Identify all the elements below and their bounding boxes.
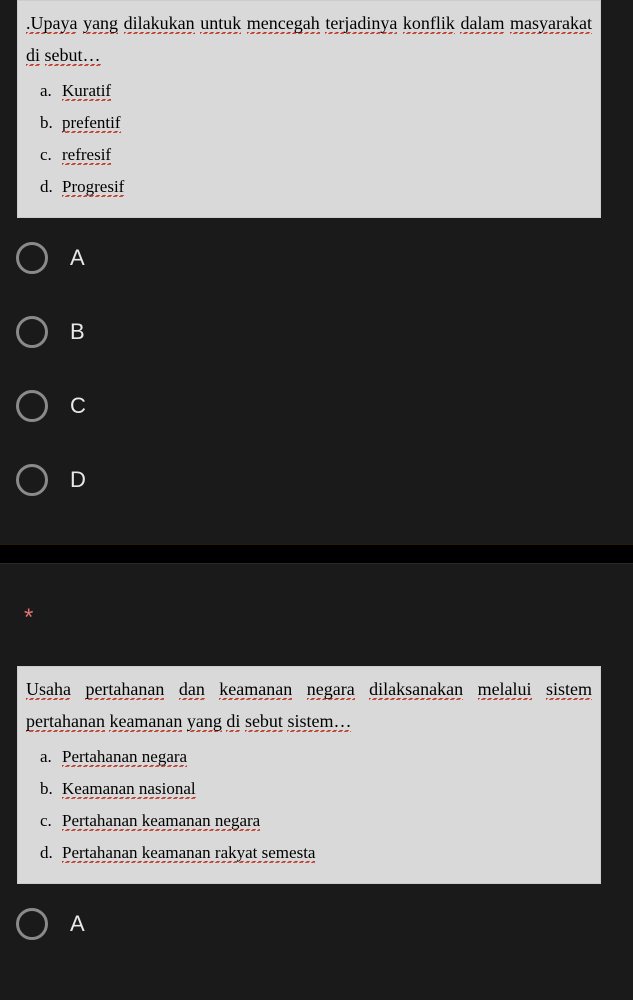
choice-text: Keamanan nasional xyxy=(62,779,196,799)
choice-letter: d. xyxy=(40,171,62,203)
choice-letter: c. xyxy=(40,139,62,171)
question-image: Usaha pertahanan dan keamanan negara dil… xyxy=(17,666,601,884)
choice-item: d.Progresif xyxy=(40,171,592,203)
stem-word: untuk xyxy=(200,13,241,34)
stem-word: mencegah xyxy=(247,13,320,34)
stem-word: dilakukan xyxy=(124,13,195,34)
stem-word: dan xyxy=(179,679,205,700)
stem-word: keamanan xyxy=(109,711,182,732)
choice-text: prefentif xyxy=(62,113,121,133)
choice-text: Pertahanan keamanan negara xyxy=(62,811,260,831)
stem-word: sebut… xyxy=(45,45,101,66)
stem-word: dalam xyxy=(460,13,504,34)
stem-word: pertahanan xyxy=(26,711,105,732)
choice-text: Kuratif xyxy=(62,81,111,101)
stem-word: yang xyxy=(83,13,118,34)
option-c[interactable]: C xyxy=(16,386,633,426)
stem-word: .Upaya xyxy=(26,13,77,34)
option-b[interactable]: B xyxy=(16,312,633,352)
stem-word: pertahanan xyxy=(85,679,164,700)
option-label: A xyxy=(70,245,85,271)
choice-item: a.Kuratif xyxy=(40,75,592,107)
option-label: C xyxy=(70,393,86,419)
radio-icon xyxy=(16,390,48,422)
option-a[interactable]: A xyxy=(16,904,633,944)
stem-word: keamanan xyxy=(219,679,292,700)
choice-item: d.Pertahanan keamanan rakyat semesta xyxy=(40,837,592,869)
stem-word: melalui xyxy=(478,679,532,700)
option-label: A xyxy=(70,911,85,937)
question-image: .Upaya yang dilakukan untuk mencegah ter… xyxy=(17,0,601,218)
choice-letter: c. xyxy=(40,805,62,837)
choice-item: c.refresif xyxy=(40,139,592,171)
question-stem: .Upaya yang dilakukan untuk mencegah ter… xyxy=(18,1,600,71)
choice-text: refresif xyxy=(62,145,111,165)
required-marker: * xyxy=(0,564,633,666)
choice-item: b.prefentif xyxy=(40,107,592,139)
option-d[interactable]: D xyxy=(16,460,633,500)
option-a[interactable]: A xyxy=(16,238,633,278)
radio-icon xyxy=(16,316,48,348)
radio-icon xyxy=(16,908,48,940)
stem-word: konflik xyxy=(403,13,455,34)
stem-word: di xyxy=(226,711,240,732)
choice-letter: a. xyxy=(40,741,62,773)
radio-icon xyxy=(16,242,48,274)
choice-list: a.Pertahanan negara b.Keamanan nasional … xyxy=(18,741,600,873)
choice-text: Pertahanan negara xyxy=(62,747,187,767)
choice-item: b.Keamanan nasional xyxy=(40,773,592,805)
choice-list: a.Kuratif b.prefentif c.refresif d.Progr… xyxy=(18,75,600,207)
choice-text: Progresif xyxy=(62,177,124,197)
choice-text: Pertahanan keamanan rakyat semesta xyxy=(62,843,315,863)
stem-word: sistem xyxy=(546,679,592,700)
stem-word: dilaksanakan xyxy=(369,679,463,700)
question-card: .Upaya yang dilakukan untuk mencegah ter… xyxy=(0,0,633,544)
option-label: D xyxy=(70,467,86,493)
choice-letter: d. xyxy=(40,837,62,869)
stem-word: Usaha xyxy=(26,679,71,700)
radio-icon xyxy=(16,464,48,496)
stem-word: di xyxy=(26,45,40,66)
stem-word: terjadinya xyxy=(325,13,397,34)
choice-item: c.Pertahanan keamanan negara xyxy=(40,805,592,837)
card-divider xyxy=(0,544,633,564)
answer-options: A xyxy=(0,884,633,964)
choice-letter: b. xyxy=(40,107,62,139)
choice-item: a.Pertahanan negara xyxy=(40,741,592,773)
question-card: * Usaha pertahanan dan keamanan negara d… xyxy=(0,564,633,964)
option-label: B xyxy=(70,319,85,345)
stem-word: negara xyxy=(307,679,355,700)
question-stem: Usaha pertahanan dan keamanan negara dil… xyxy=(18,667,600,737)
choice-letter: a. xyxy=(40,75,62,107)
stem-word: yang xyxy=(187,711,222,732)
stem-word: sebut xyxy=(245,711,283,732)
stem-word: masyarakat xyxy=(510,13,592,34)
answer-options: A B C D xyxy=(0,218,633,544)
stem-word: sistem… xyxy=(287,711,351,732)
choice-letter: b. xyxy=(40,773,62,805)
